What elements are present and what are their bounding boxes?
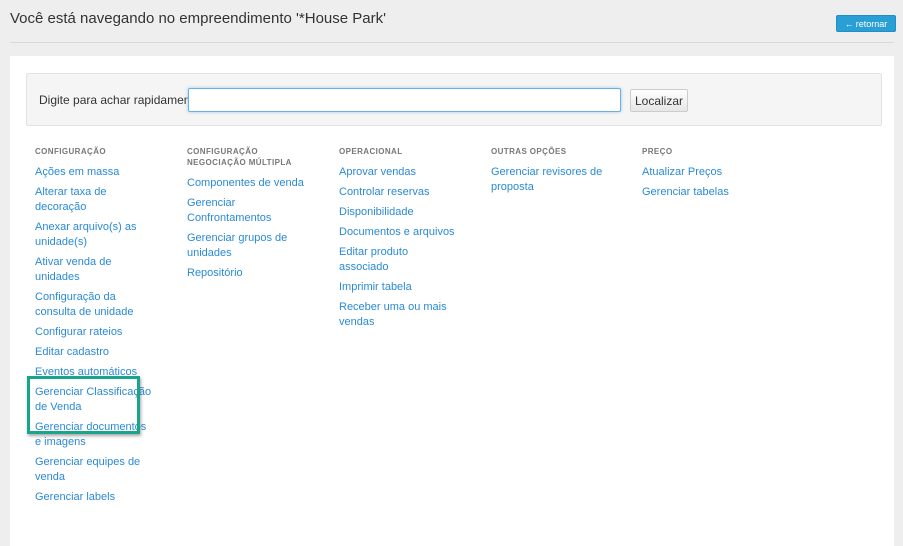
column-heading: CONFIGURAÇÃO NEGOCIAÇÃO MÚLTIPLA xyxy=(187,147,292,167)
menu-link-repositorio[interactable]: Repositório xyxy=(187,266,307,281)
menu-column-operacional: OPERACIONAL Aprovar vendas Controlar res… xyxy=(339,146,459,335)
back-button[interactable]: ← retornar xyxy=(836,15,896,32)
search-button[interactable]: Localizar xyxy=(630,89,688,112)
menu-link-configurar-rateios[interactable]: Configurar rateios xyxy=(35,325,155,340)
quick-search-bar: Digite para achar rapidamente: Localizar xyxy=(26,73,882,126)
menu-link-acoes-em-massa[interactable]: Ações em massa xyxy=(35,165,155,180)
menu-link-gerenciar-revisores[interactable]: Gerenciar revisores de proposta xyxy=(491,165,611,195)
menu-column-preco: PREÇO Atualizar Preços Gerenciar tabelas xyxy=(642,146,762,205)
menu-link-disponibilidade[interactable]: Disponibilidade xyxy=(339,205,459,220)
menu-link-editar-produto[interactable]: Editar produto associado xyxy=(339,245,459,275)
menu-link-ativar-venda[interactable]: Ativar venda de unidades xyxy=(35,255,155,285)
menu-link-componentes-venda[interactable]: Componentes de venda xyxy=(187,176,307,191)
menu-link-aprovar-vendas[interactable]: Aprovar vendas xyxy=(339,165,459,180)
menu-link-gerenciar-grupos[interactable]: Gerenciar grupos de unidades xyxy=(187,231,307,261)
menu-link-gerenciar-tabelas[interactable]: Gerenciar tabelas xyxy=(642,185,762,200)
menu-link-receber-vendas[interactable]: Receber uma ou mais vendas xyxy=(339,300,459,330)
menu-column-negociacao-multipla: CONFIGURAÇÃO NEGOCIAÇÃO MÚLTIPLA Compone… xyxy=(187,146,307,286)
menu-link-documentos-arquivos[interactable]: Documentos e arquivos xyxy=(339,225,459,240)
page-title: Você está navegando no empreendimento '*… xyxy=(10,10,386,27)
menu-link-gerenciar-documentos[interactable]: Gerenciar documentos e imagens xyxy=(35,420,155,450)
arrow-left-icon: ← xyxy=(844,19,854,29)
menu-link-anexar-arquivos[interactable]: Anexar arquivo(s) as unidade(s) xyxy=(35,220,155,250)
search-input[interactable] xyxy=(188,88,621,112)
column-heading: OUTRAS OPÇÕES xyxy=(491,147,567,156)
column-heading: CONFIGURAÇÃO xyxy=(35,147,107,156)
menu-link-gerenciar-confrontamentos[interactable]: Gerenciar Confrontamentos xyxy=(187,196,307,226)
search-label: Digite para achar rapidamente: xyxy=(39,93,204,107)
menu-column-outras-opcoes: OUTRAS OPÇÕES Gerenciar revisores de pro… xyxy=(491,146,611,200)
menu-link-controlar-reservas[interactable]: Controlar reservas xyxy=(339,185,459,200)
menu-link-alterar-taxa[interactable]: Alterar taxa de decoração xyxy=(35,185,155,215)
menu-link-gerenciar-labels[interactable]: Gerenciar labels xyxy=(35,490,155,505)
menu-link-atualizar-precos[interactable]: Atualizar Preços xyxy=(642,165,762,180)
menu-link-gerenciar-classificacao[interactable]: Gerenciar Classificação de Venda xyxy=(35,385,155,415)
menu-link-imprimir-tabela[interactable]: Imprimir tabela xyxy=(339,280,459,295)
menu-link-eventos-automaticos[interactable]: Eventos automáticos xyxy=(35,365,155,380)
menu-column-configuracao: CONFIGURAÇÃO Ações em massa Alterar taxa… xyxy=(35,146,155,510)
main-panel: Digite para achar rapidamente: Localizar… xyxy=(10,56,894,546)
top-bar: Você está navegando no empreendimento '*… xyxy=(0,0,903,44)
back-button-label: retornar xyxy=(855,19,888,29)
column-heading: PREÇO xyxy=(642,147,673,156)
menu-link-editar-cadastro[interactable]: Editar cadastro xyxy=(35,345,155,360)
menu-link-gerenciar-equipes[interactable]: Gerenciar equipes de venda xyxy=(35,455,155,485)
column-heading: OPERACIONAL xyxy=(339,147,403,156)
menu-link-configuracao-consulta[interactable]: Configuração da consulta de unidade xyxy=(35,290,155,320)
divider xyxy=(10,42,894,43)
